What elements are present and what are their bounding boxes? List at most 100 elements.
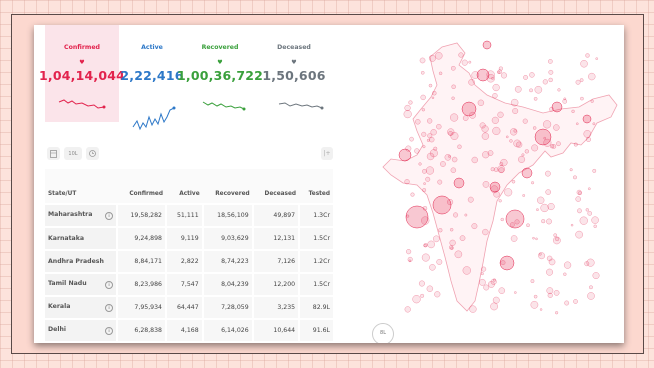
district-bubble[interactable] xyxy=(543,138,552,147)
district-bubble[interactable] xyxy=(492,296,500,304)
district-bubble[interactable] xyxy=(433,235,440,243)
district-bubble[interactable] xyxy=(585,136,591,142)
district-bubble[interactable] xyxy=(545,189,551,195)
district-bubble[interactable] xyxy=(458,52,464,58)
district-bubble[interactable] xyxy=(478,278,486,286)
district-bubble[interactable] xyxy=(461,59,468,66)
district-bubble[interactable] xyxy=(414,148,420,154)
district-bubble[interactable] xyxy=(592,122,596,126)
column-header[interactable]: Active xyxy=(165,169,203,205)
district-bubble[interactable] xyxy=(482,228,489,236)
india-bubble-map[interactable] xyxy=(347,25,624,343)
district-bubble[interactable] xyxy=(591,216,599,224)
district-bubble[interactable] xyxy=(588,72,596,81)
column-header[interactable]: State/UT xyxy=(45,169,117,205)
district-bubble[interactable] xyxy=(509,139,513,143)
district-bubble[interactable] xyxy=(430,129,437,136)
district-bubble[interactable] xyxy=(522,194,526,197)
district-bubble[interactable] xyxy=(553,236,561,245)
district-bubble[interactable] xyxy=(481,132,490,140)
district-bubble[interactable] xyxy=(595,57,599,60)
district-bubble[interactable] xyxy=(533,97,538,101)
table-row[interactable]: Maharashtra i 19,58,282 51,111 18,56,109 49,8… xyxy=(45,204,333,228)
district-bubble[interactable] xyxy=(523,75,528,80)
column-header[interactable]: Recovered xyxy=(202,169,253,205)
district-bubble[interactable] xyxy=(514,85,522,93)
district-bubble[interactable] xyxy=(500,217,504,222)
district-bubble[interactable] xyxy=(539,308,543,311)
district-bubble[interactable] xyxy=(505,209,525,229)
district-bubble[interactable] xyxy=(415,119,421,125)
district-bubble[interactable] xyxy=(468,60,472,64)
district-bubble[interactable] xyxy=(493,191,500,198)
district-bubble[interactable] xyxy=(426,285,434,292)
district-bubble[interactable] xyxy=(548,258,556,266)
district-bubble[interactable] xyxy=(547,203,555,211)
district-bubble[interactable] xyxy=(404,179,410,185)
district-bubble[interactable] xyxy=(570,223,574,227)
district-bubble[interactable] xyxy=(403,110,412,119)
district-bubble[interactable] xyxy=(546,268,553,276)
district-bubble[interactable] xyxy=(482,40,492,50)
clock-icon-button[interactable] xyxy=(86,147,99,160)
district-bubble[interactable] xyxy=(550,144,555,149)
district-bubble[interactable] xyxy=(577,191,582,196)
district-bubble[interactable] xyxy=(524,149,529,154)
district-bubble[interactable] xyxy=(532,236,535,240)
district-bubble[interactable] xyxy=(422,188,427,193)
district-bubble[interactable] xyxy=(462,266,471,275)
district-bubble[interactable] xyxy=(514,291,517,294)
district-bubble[interactable] xyxy=(521,153,525,157)
district-bubble[interactable] xyxy=(423,182,426,185)
district-bubble[interactable] xyxy=(557,88,561,92)
column-header[interactable]: Deceased xyxy=(252,169,300,205)
district-bubble[interactable] xyxy=(510,235,518,242)
district-bubble[interactable] xyxy=(427,118,433,124)
district-bubble[interactable] xyxy=(453,212,459,218)
district-bubble[interactable] xyxy=(428,83,433,88)
info-icon[interactable]: i xyxy=(105,304,113,312)
district-bubble[interactable] xyxy=(431,96,435,99)
district-bubble[interactable] xyxy=(587,211,592,216)
column-header[interactable]: Tested xyxy=(299,169,333,205)
district-bubble[interactable] xyxy=(582,114,592,124)
district-bubble[interactable] xyxy=(419,57,426,64)
district-bubble[interactable] xyxy=(587,187,591,191)
district-bubble[interactable] xyxy=(534,85,543,94)
district-bubble[interactable] xyxy=(404,306,411,313)
district-bubble[interactable] xyxy=(500,260,506,266)
district-bubble[interactable] xyxy=(529,88,533,93)
district-bubble[interactable] xyxy=(492,83,500,92)
district-bubble[interactable] xyxy=(583,130,592,138)
district-bubble[interactable] xyxy=(404,104,411,112)
district-bubble[interactable] xyxy=(537,196,545,204)
district-bubble[interactable] xyxy=(518,155,526,163)
district-bubble[interactable] xyxy=(505,135,509,139)
district-bubble[interactable] xyxy=(569,168,573,172)
district-bubble[interactable] xyxy=(418,162,422,166)
district-bubble[interactable] xyxy=(592,168,597,173)
district-bubble[interactable] xyxy=(513,129,517,133)
district-bubble[interactable] xyxy=(429,264,436,271)
district-bubble[interactable] xyxy=(562,99,567,104)
district-bubble[interactable] xyxy=(436,123,442,130)
table-row[interactable]: Delhi i 6,28,838 4,168 6,14,026 10,644 91.6L xyxy=(45,319,333,343)
district-bubble[interactable] xyxy=(479,122,486,129)
district-bubble[interactable] xyxy=(432,195,452,215)
district-bubble[interactable] xyxy=(553,233,558,237)
district-bubble[interactable] xyxy=(420,94,426,101)
district-bubble[interactable] xyxy=(428,54,436,62)
district-bubble[interactable] xyxy=(482,181,490,188)
district-bubble[interactable] xyxy=(526,223,530,228)
district-bubble[interactable] xyxy=(575,196,581,202)
district-bubble[interactable] xyxy=(481,266,487,272)
district-bubble[interactable] xyxy=(482,151,490,159)
district-bubble[interactable] xyxy=(575,79,581,85)
district-bubble[interactable] xyxy=(573,299,578,304)
district-bubble[interactable] xyxy=(438,71,443,76)
district-bubble[interactable] xyxy=(536,208,539,212)
district-bubble[interactable] xyxy=(585,53,590,58)
district-bubble[interactable] xyxy=(487,281,495,288)
district-bubble[interactable] xyxy=(521,167,533,179)
district-bubble[interactable] xyxy=(420,293,425,298)
